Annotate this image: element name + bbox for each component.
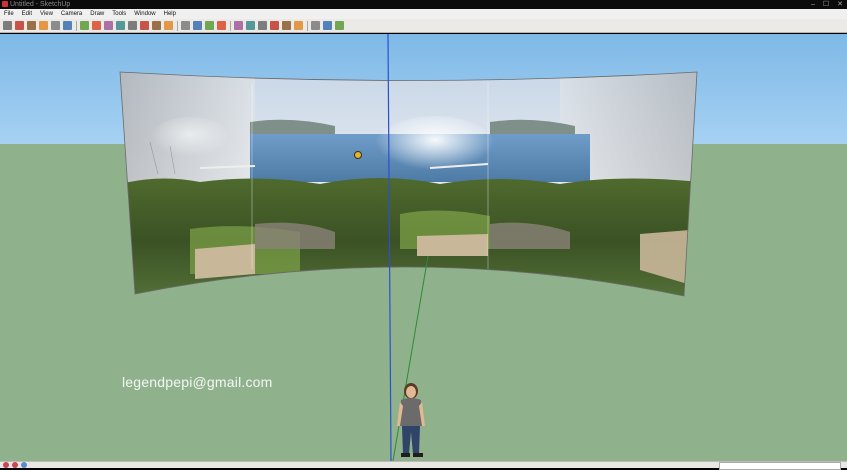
user-icon[interactable] <box>12 462 18 468</box>
menu-edit[interactable]: Edit <box>18 9 36 19</box>
panorama-wall[interactable] <box>110 64 710 304</box>
share-model-tool[interactable] <box>246 21 255 30</box>
push-pull-tool[interactable] <box>104 21 113 30</box>
model-viewport[interactable]: legendpepi@gmail.com <box>0 34 847 461</box>
components-tool[interactable] <box>258 21 267 30</box>
menu-view[interactable]: View <box>36 9 57 19</box>
sketchup-app-icon <box>2 1 8 7</box>
geo-icon[interactable] <box>21 462 27 468</box>
toolbar-separator <box>307 20 308 31</box>
minimize-button[interactable]: – <box>811 0 815 9</box>
rectangle-tool[interactable] <box>39 21 48 30</box>
move-tool[interactable] <box>116 21 125 30</box>
info-icon[interactable] <box>3 462 9 468</box>
orbit-tool[interactable] <box>181 21 190 30</box>
offset-tool[interactable] <box>164 21 173 30</box>
menu-file[interactable]: File <box>0 9 18 19</box>
photo-textures-tool[interactable] <box>323 21 332 30</box>
toolbar-separator <box>76 20 77 31</box>
window-controls: – ☐ ✕ <box>811 0 843 9</box>
window-title: Untitled - SketchUp <box>10 1 71 8</box>
status-bar <box>0 461 847 470</box>
select-tool[interactable] <box>3 21 12 30</box>
make-component-tool[interactable] <box>80 21 89 30</box>
rotate-tool[interactable] <box>128 21 137 30</box>
menu-camera[interactable]: Camera <box>57 9 86 19</box>
toolbar-separator <box>177 20 178 31</box>
measurements-box[interactable] <box>719 462 841 470</box>
scale-tool[interactable] <box>152 21 161 30</box>
line-tool[interactable] <box>15 21 24 30</box>
export-tool[interactable] <box>335 21 344 30</box>
warehouse-tool[interactable] <box>234 21 243 30</box>
zoom-extents-tool[interactable] <box>217 21 226 30</box>
menu-draw[interactable]: Draw <box>86 9 108 19</box>
menu-help[interactable]: Help <box>160 9 180 19</box>
follow-me-tool[interactable] <box>140 21 149 30</box>
email-watermark: legendpepi@gmail.com <box>122 374 273 390</box>
styles-tool[interactable] <box>270 21 279 30</box>
pan-tool[interactable] <box>193 21 202 30</box>
extension-tool[interactable] <box>311 21 320 30</box>
eraser-tool[interactable] <box>27 21 36 30</box>
zoom-tool[interactable] <box>205 21 214 30</box>
arc-tool[interactable] <box>63 21 72 30</box>
maximize-button[interactable]: ☐ <box>823 0 829 9</box>
main-toolbar <box>0 19 847 33</box>
close-button[interactable]: ✕ <box>837 0 843 9</box>
scene-graphics <box>110 34 710 461</box>
materials-tool[interactable] <box>294 21 303 30</box>
menu-bar: File Edit View Camera Draw Tools Window … <box>0 9 847 19</box>
layers-tool[interactable] <box>282 21 291 30</box>
paint-bucket-tool[interactable] <box>92 21 101 30</box>
menu-tools[interactable]: Tools <box>108 9 130 19</box>
title-bar: Untitled - SketchUp – ☐ ✕ <box>0 0 847 9</box>
toolbar-separator <box>230 20 231 31</box>
menu-window[interactable]: Window <box>130 9 159 19</box>
cursor-marker <box>354 151 362 159</box>
circle-tool[interactable] <box>51 21 60 30</box>
scale-figure[interactable] <box>397 383 425 457</box>
